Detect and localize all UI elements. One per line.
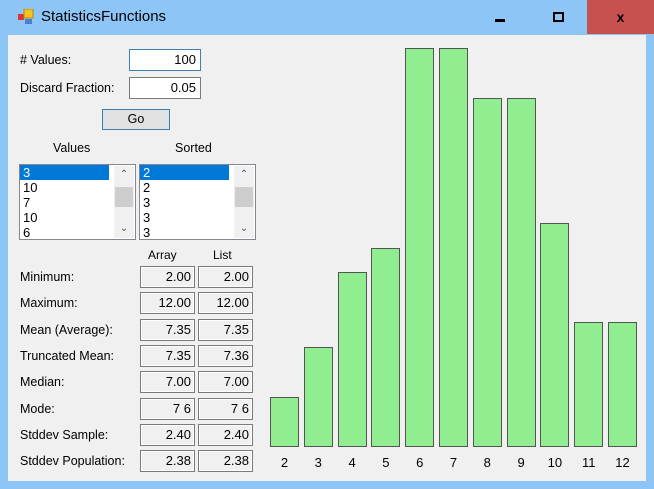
- array-value: 2.00: [140, 266, 195, 288]
- minimize-button[interactable]: [471, 0, 529, 34]
- x-tick-label: 10: [547, 455, 563, 470]
- chevron-down-icon[interactable]: ⌄: [114, 220, 134, 238]
- scrollbar[interactable]: ⌃ ⌄: [114, 166, 134, 238]
- num-values-label: # Values:: [20, 53, 72, 67]
- app-icon: [18, 9, 34, 24]
- maximize-button[interactable]: [529, 0, 587, 34]
- stat-label: Truncated Mean:: [20, 348, 115, 363]
- list-item[interactable]: 3: [140, 210, 229, 225]
- list-item[interactable]: 7: [20, 195, 109, 210]
- bar-2: [270, 397, 299, 447]
- chevron-down-icon[interactable]: ⌄: [234, 220, 254, 238]
- array-value: 7 6: [140, 397, 195, 420]
- bar-11: [574, 322, 604, 447]
- chevron-up-icon[interactable]: ⌃: [234, 166, 254, 184]
- x-tick-label: 4: [348, 455, 356, 470]
- stat-label: Maximum:: [20, 296, 78, 311]
- x-tick-label: 9: [517, 455, 525, 470]
- title-bar: StatisticsFunctions x: [0, 0, 654, 35]
- close-icon: x: [616, 9, 625, 25]
- list-item[interactable]: 6: [20, 225, 109, 239]
- minimize-icon: [495, 18, 505, 22]
- array-value: 7.35: [140, 318, 195, 341]
- list-value: 2.40: [198, 423, 253, 446]
- discard-fraction-label: Discard Fraction:: [20, 81, 115, 95]
- chevron-up-icon[interactable]: ⌃: [114, 166, 134, 184]
- list-value: 7 6: [198, 397, 253, 420]
- close-button[interactable]: x: [587, 0, 654, 34]
- x-tick-label: 11: [581, 455, 596, 470]
- stat-label: Mean (Average):: [20, 322, 113, 337]
- x-tick-label: 12: [615, 455, 630, 470]
- bar-9: [506, 97, 536, 447]
- values-listbox[interactable]: 3 10 7 10 6 ⌃ ⌄: [19, 164, 136, 240]
- stat-label: Minimum:: [20, 270, 75, 284]
- num-values-input[interactable]: 100: [129, 49, 201, 71]
- x-tick-label: 6: [416, 455, 424, 470]
- scrollbar-thumb[interactable]: [235, 187, 253, 207]
- list-value: 12.00: [198, 292, 253, 315]
- bar-12: [608, 322, 637, 447]
- array-value: 12.00: [140, 292, 195, 315]
- bar-10: [540, 222, 570, 447]
- bar-3: [303, 347, 333, 447]
- list-value: 7.35: [198, 318, 253, 341]
- array-value: 2.38: [140, 450, 195, 473]
- stat-label: Median:: [20, 375, 65, 390]
- list-value: 7.36: [198, 344, 253, 367]
- list-item[interactable]: 2: [140, 180, 229, 195]
- x-tick-label: 3: [314, 455, 322, 470]
- scrollbar[interactable]: ⌃ ⌄: [234, 166, 254, 238]
- bar-4: [337, 272, 367, 447]
- discard-fraction-input[interactable]: 0.05: [129, 77, 201, 99]
- array-value: 7.35: [140, 344, 195, 367]
- stat-label: Stddev Sample:: [20, 427, 109, 442]
- list-item[interactable]: 10: [20, 180, 109, 195]
- list-item[interactable]: 10: [20, 210, 109, 225]
- list-value: 2.00: [198, 266, 253, 288]
- array-value: 7.00: [140, 371, 195, 394]
- x-tick-label: 2: [280, 455, 289, 470]
- values-label: Values: [53, 141, 91, 155]
- list-item[interactable]: 3: [20, 165, 109, 180]
- bar-5: [371, 247, 401, 447]
- x-tick-label: 8: [483, 455, 491, 470]
- array-value: 2.40: [140, 423, 195, 446]
- bar-8: [472, 97, 502, 447]
- bar-6: [405, 48, 435, 447]
- stat-label: Stddev Population:: [20, 454, 125, 469]
- list-item[interactable]: 2: [140, 165, 229, 180]
- stat-label: Mode:: [20, 401, 55, 416]
- array-header: Array: [148, 248, 177, 262]
- sorted-listbox[interactable]: 2 2 3 3 3 ⌃ ⌄: [139, 164, 256, 240]
- list-item[interactable]: 3: [140, 225, 229, 239]
- list-item[interactable]: 3: [140, 195, 229, 210]
- window-title: StatisticsFunctions: [41, 8, 167, 25]
- list-value: 7.00: [198, 371, 253, 394]
- sorted-label: Sorted: [175, 141, 212, 155]
- x-tick-label: 7: [449, 455, 458, 470]
- go-button[interactable]: Go: [102, 109, 170, 130]
- list-header: List: [213, 248, 232, 262]
- list-value: 2.38: [198, 450, 253, 473]
- scrollbar-thumb[interactable]: [115, 187, 133, 207]
- maximize-icon: [552, 12, 564, 22]
- x-tick-label: 5: [382, 455, 390, 470]
- bar-7: [439, 48, 468, 447]
